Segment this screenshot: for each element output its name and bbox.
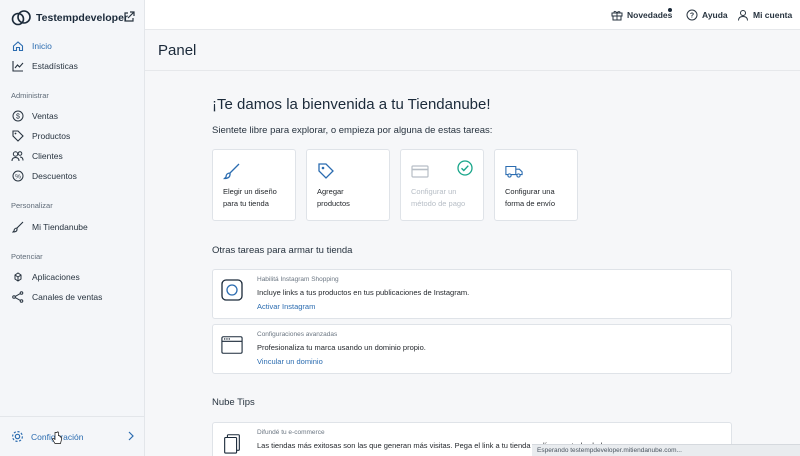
- task-card-pago[interactable]: Configurar un método de pago: [400, 149, 484, 221]
- help-icon: ?: [686, 9, 698, 21]
- sidebar-item-label: Inicio: [32, 41, 52, 51]
- sidebar-item-clientes[interactable]: Clientes: [11, 149, 63, 163]
- other-tasks-title: Otras tareas para armar tu tienda: [212, 245, 353, 256]
- nube-tips-title: Nube Tips: [212, 397, 255, 408]
- hand-cursor-icon: [52, 431, 62, 444]
- user-icon: [737, 9, 749, 21]
- card-text: Incluye links a tus productos en tus pub…: [257, 288, 470, 297]
- notification-dot: [668, 8, 672, 12]
- sidebar-item-estadisticas[interactable]: Estadísticas: [11, 59, 78, 73]
- mi-cuenta-button[interactable]: Mi cuenta: [737, 8, 792, 22]
- task-card-productos[interactable]: Agregar productos: [306, 149, 390, 221]
- sidebar-item-inicio[interactable]: Inicio: [11, 39, 52, 53]
- card-eyebrow: Configuraciones avanzadas: [257, 331, 338, 338]
- activar-instagram-link[interactable]: Activar Instagram: [257, 302, 315, 311]
- brush-icon: [11, 221, 24, 234]
- sidebar-item-label: Mi Tiendanube: [32, 222, 88, 232]
- svg-text:$: $: [16, 114, 20, 121]
- sidebar-item-descuentos[interactable]: % Descuentos: [11, 169, 77, 183]
- credit-card-icon: [411, 165, 429, 178]
- percent-icon: %: [11, 170, 24, 183]
- section-label-potenciar: Potenciar: [11, 252, 43, 261]
- sidebar-item-mi-tiendanube[interactable]: Mi Tiendanube: [11, 220, 88, 234]
- task-card-envio[interactable]: Configurar una forma de envío: [494, 149, 578, 221]
- top-bar: Novedades ? Ayuda Mi cuenta: [145, 0, 800, 30]
- external-link-icon[interactable]: [122, 10, 136, 24]
- gift-icon: [611, 9, 623, 21]
- card-eyebrow: Difundé tu e-commerce: [257, 429, 325, 436]
- users-icon: [11, 150, 24, 163]
- brush-icon: [223, 163, 240, 180]
- instagram-card: Habilitá Instagram Shopping Incluye link…: [212, 269, 732, 319]
- sidebar-item-label: Productos: [32, 131, 71, 141]
- svg-text:%: %: [15, 174, 21, 181]
- chevron-right-icon: [128, 431, 134, 441]
- task-label: Elegir un diseño para tu tienda: [223, 187, 277, 208]
- truck-icon: [505, 165, 523, 178]
- sidebar-item-label: Descuentos: [32, 171, 77, 181]
- novedades-label: Novedades: [627, 10, 673, 20]
- sidebar-item-configuracion[interactable]: Configuración: [0, 416, 145, 456]
- title-divider: [145, 70, 800, 71]
- browser-status-bar: Esperando testempdeveloper.mitiendanube.…: [532, 444, 800, 456]
- card-text: Profesionaliza tu marca usando un domini…: [257, 343, 426, 352]
- section-label-personalizar: Personalizar: [11, 201, 53, 210]
- browser-icon: [221, 336, 243, 354]
- sidebar-item-canales-de-ventas[interactable]: Canales de ventas: [11, 290, 102, 304]
- task-label: Configurar una forma de envío: [505, 187, 556, 208]
- vincular-dominio-link[interactable]: Vincular un dominio: [257, 357, 323, 366]
- section-label-administrar: Administrar: [11, 91, 49, 100]
- sidebar-item-label: Canales de ventas: [32, 292, 103, 302]
- store-name: Testempdeveloper: [36, 12, 129, 24]
- ayuda-button[interactable]: ? Ayuda: [686, 8, 728, 22]
- sidebar-item-label: Clientes: [32, 151, 63, 161]
- novedades-button[interactable]: Novedades: [611, 8, 672, 22]
- dominio-card: Configuraciones avanzadas Profesionaliza…: [212, 324, 732, 374]
- instagram-icon: [221, 279, 243, 301]
- card-eyebrow: Habilitá Instagram Shopping: [257, 276, 339, 283]
- sidebar-item-ventas[interactable]: $ Ventas: [11, 109, 58, 123]
- chart-icon: [11, 60, 24, 73]
- sidebar: Testempdeveloper Inicio Estadísticas Adm…: [0, 0, 145, 456]
- tag-icon: [11, 130, 24, 143]
- tag-icon: [318, 163, 334, 179]
- main-content: Panel ¡Te damos la bienvenida a tu Tiend…: [145, 30, 800, 456]
- svg-text:?: ?: [690, 13, 694, 20]
- dollar-icon: $: [11, 110, 24, 123]
- store-header: Testempdeveloper: [10, 9, 140, 27]
- sidebar-item-label: Ventas: [32, 111, 58, 121]
- check-circle-icon: [457, 160, 473, 176]
- gear-icon: [12, 431, 23, 442]
- task-label: Agregar productos: [317, 187, 350, 208]
- apps-icon: [11, 271, 24, 284]
- sidebar-item-aplicaciones[interactable]: Aplicaciones: [11, 270, 80, 284]
- welcome-subtitle: Sientete libre para explorar, o empieza …: [212, 125, 493, 136]
- sidebar-item-label: Estadísticas: [32, 61, 78, 71]
- network-icon: [11, 291, 24, 304]
- home-icon: [11, 40, 24, 53]
- page-title: Panel: [158, 42, 197, 59]
- welcome-heading: ¡Te damos la bienvenida a tu Tiendanube!: [212, 96, 491, 113]
- ayuda-label: Ayuda: [702, 10, 728, 20]
- task-label: Configurar un método de pago: [411, 187, 466, 208]
- tiendanube-logo-icon: [11, 10, 31, 26]
- documents-icon: [224, 434, 240, 454]
- sidebar-item-productos[interactable]: Productos: [11, 129, 70, 143]
- task-card-diseno[interactable]: Elegir un diseño para tu tienda: [212, 149, 296, 221]
- sidebar-item-label: Aplicaciones: [32, 272, 80, 282]
- mi-cuenta-label: Mi cuenta: [753, 10, 793, 20]
